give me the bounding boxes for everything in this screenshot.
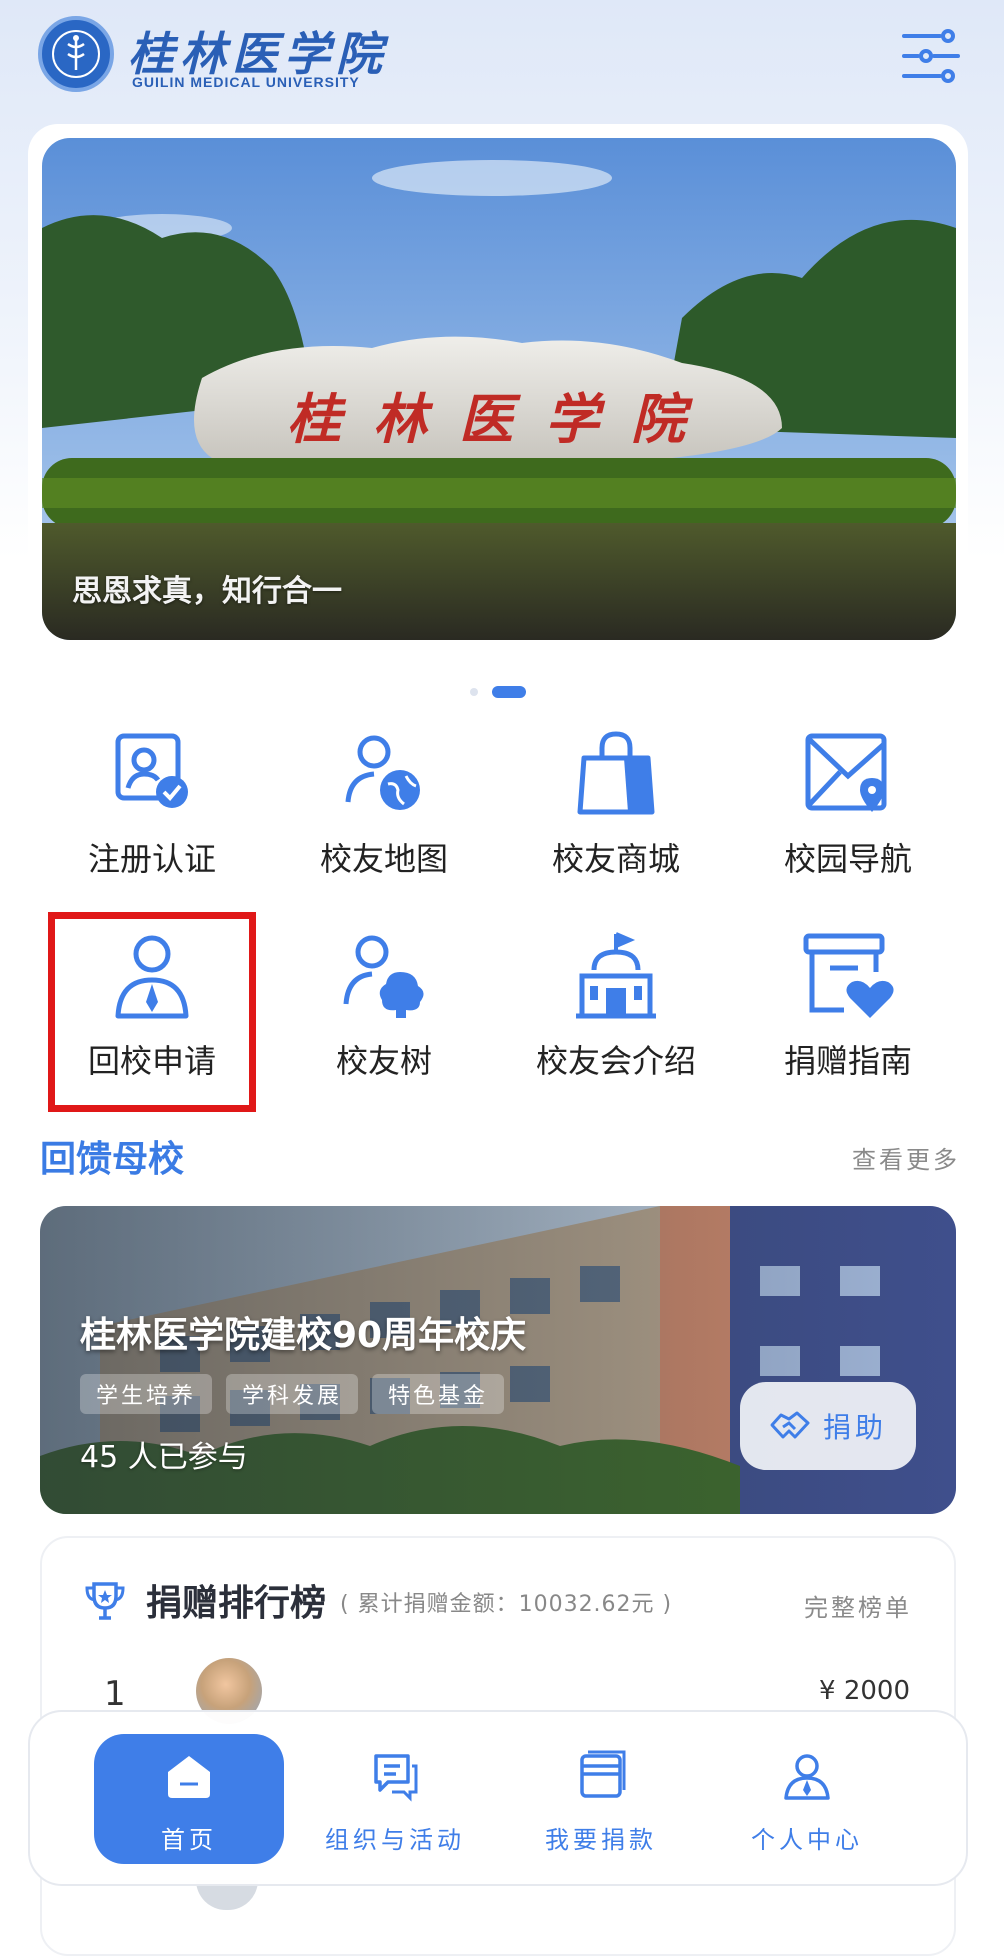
donation-amount: ¥ 2000	[819, 1676, 910, 1706]
grid-item-donation-guide[interactable]: 捐赠指南	[748, 928, 948, 1108]
grid-label: 校友会介绍	[535, 1043, 696, 1079]
tab-home[interactable]: 首页	[94, 1734, 284, 1864]
map-pin-icon	[805, 733, 887, 812]
app-header: 桂林医学院 GUILIN MEDICAL UNIVERSITY	[0, 0, 1004, 120]
carousel-dot-active[interactable]	[492, 686, 526, 698]
carousel-dot[interactable]	[470, 688, 478, 696]
verified-user-icon	[115, 733, 188, 808]
section-title: 回馈母校	[40, 1139, 185, 1180]
handshake-icon	[770, 1411, 810, 1439]
tab-organization-activities[interactable]: 组织与活动	[300, 1734, 490, 1864]
campus-gate-image: 桂林医学院	[42, 138, 956, 640]
tab-donate[interactable]: 我要捐款	[506, 1734, 696, 1864]
university-seal-icon	[38, 16, 114, 92]
full-list-link[interactable]: 完整榜单	[804, 1588, 912, 1623]
chat-bubbles-icon	[374, 1754, 418, 1802]
tab-label: 个人中心	[751, 1826, 863, 1854]
grid-item-alumni-map[interactable]: 校友地图	[284, 726, 484, 906]
campaign-tags: 学生培养 学科发展 特色基金	[80, 1374, 505, 1414]
grid-label: 校友地图	[319, 841, 448, 877]
campaign-tag: 特色基金	[372, 1374, 505, 1414]
shopping-bag-icon	[577, 731, 655, 815]
grid-label: 捐赠指南	[783, 1043, 912, 1079]
campaign-title: 桂林医学院建校90周年校庆	[80, 1315, 527, 1356]
view-more-link[interactable]: 查看更多	[852, 1140, 960, 1175]
stone-sign-text: 桂林医学院	[287, 387, 717, 451]
grid-item-association-intro[interactable]: 校友会介绍	[516, 928, 716, 1108]
campaign-tag: 学科发展	[226, 1374, 359, 1414]
ranking-title: 捐赠排行榜	[146, 1583, 327, 1624]
grid-label: 注册认证	[87, 841, 216, 877]
grid-item-alumni-tree[interactable]: 校友树	[284, 928, 484, 1108]
trophy-icon	[85, 1582, 125, 1620]
bottom-tab-bar: 首页 组织与活动 我要捐款 个人中心	[28, 1710, 968, 1886]
home-icon	[168, 1756, 210, 1798]
school-building-icon	[576, 932, 656, 1019]
grid-label: 校友商城	[551, 841, 680, 877]
university-name-en: GUILIN MEDICAL UNIVERSITY	[132, 74, 360, 90]
highlight-box	[48, 912, 256, 1112]
participant-count: 45 人已参与	[80, 1440, 248, 1475]
donate-button[interactable]: 捐助	[740, 1382, 916, 1470]
ranking-total: ( 累计捐赠金额：10032.62元 )	[340, 1592, 673, 1617]
box-heart-icon	[803, 933, 894, 1018]
grid-label: 校友树	[335, 1043, 432, 1079]
grid-item-register[interactable]: 注册认证	[52, 726, 252, 906]
tab-label: 我要捐款	[545, 1826, 657, 1854]
grid-item-alumni-mall[interactable]: 校友商城	[516, 726, 716, 906]
carousel-indicator	[470, 686, 526, 698]
filter-menu-icon[interactable]	[900, 28, 962, 84]
tab-label: 组织与活动	[325, 1826, 465, 1854]
user-globe-icon	[345, 735, 420, 810]
donate-button-label: 捐助	[822, 1411, 887, 1444]
grid-item-campus-nav[interactable]: 校园导航	[748, 726, 948, 906]
rank-number: 1	[104, 1674, 126, 1714]
user-tree-icon	[343, 935, 424, 1018]
banner-caption: 思恩求真，知行合一	[72, 574, 342, 609]
grid-label: 校园导航	[783, 841, 912, 877]
banner-carousel[interactable]: 桂林医学院 思恩求真，知行合一	[42, 138, 956, 640]
wallet-card-icon	[580, 1750, 626, 1798]
campaign-tag: 学生培养	[80, 1374, 213, 1414]
anniversary-campaign-card[interactable]: 桂林医学院建校90周年校庆 学生培养 学科发展 特色基金 45 人已参与 捐助	[40, 1206, 956, 1514]
tab-label: 首页	[161, 1826, 217, 1854]
profile-icon	[784, 1754, 830, 1800]
tab-personal-center[interactable]: 个人中心	[712, 1734, 902, 1864]
